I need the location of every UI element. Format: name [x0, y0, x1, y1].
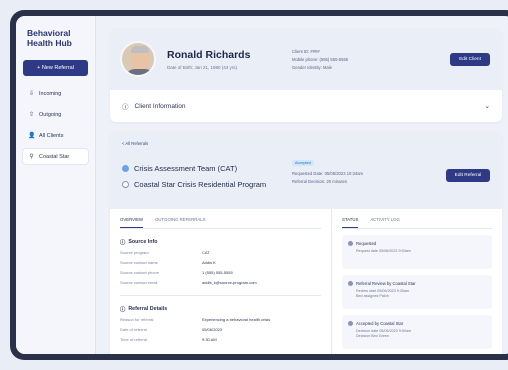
client-meta: Client ID: #### Mobile phone: (555) 555-…	[292, 48, 348, 72]
source-row: Source program CAT	[120, 250, 210, 255]
status-pane: STATUS ACTIVITY LOG Requested Request da…	[332, 209, 502, 354]
info-icon: ⓘ	[120, 240, 126, 246]
status-item-review: Referral Review by Coastal Star Review s…	[342, 275, 492, 309]
client-phone: Mobile phone: (555) 555-5555	[292, 57, 349, 62]
info-icon: ⓘ	[122, 104, 129, 111]
sidebar: Behavioral Health Hub + New Referral ⇩ I…	[16, 16, 96, 354]
sidebar-item-label: All Clients	[39, 132, 64, 139]
edit-client-button[interactable]: Edit Client	[450, 53, 490, 66]
info-icon: ⓘ	[120, 307, 126, 313]
tab-outgoing-referrals[interactable]: OUTGOING REFERRALS	[155, 217, 205, 228]
status-dot-icon	[122, 165, 129, 172]
chevron-down-icon: ⌄	[484, 103, 490, 110]
client-header: Ronald Richards Date of Birth: Jan 21, 1…	[110, 28, 502, 90]
status-tabs: STATUS ACTIVITY LOG	[342, 217, 492, 229]
avatar	[120, 41, 156, 77]
status-item-accepted: Accepted by Coastal Star Decision date 0…	[342, 315, 492, 349]
client-name: Ronald Richards	[167, 48, 251, 61]
client-name-block: Ronald Richards Date of Birth: Jan 21, 1…	[167, 49, 250, 70]
status-dot-icon	[122, 181, 129, 188]
new-referral-button[interactable]: + New Referral	[23, 60, 88, 76]
referral-details-title: Referral Details	[128, 306, 168, 312]
detail-row: Time of referral 9:30 AM	[120, 337, 217, 342]
outbox-icon: ⇧	[28, 112, 35, 118]
source-row: Source contact email addis_k@source-progr…	[120, 280, 257, 285]
client-information-toggle[interactable]: ⓘ Client Information ⌄	[110, 90, 502, 122]
tab-overview[interactable]: OVERVIEW	[120, 217, 144, 228]
sidebar-item-label: Coastal Star	[39, 153, 70, 160]
overview-pane: OVERVIEW OUTGOING REFERRALS ⓘ Source Inf…	[110, 209, 332, 354]
people-icon: 👤	[28, 133, 36, 139]
referral-meta: Requested Date: 05/06/2023 10:34am Refer…	[292, 170, 363, 186]
referral-card: < All Referrals Crisis Assessment Team (…	[110, 131, 502, 354]
new-referral-label: + New Referral	[37, 65, 74, 71]
referral-primary-label: Crisis Assessment Team (CAT)	[134, 164, 238, 173]
brand-line-1: Behavioral	[27, 28, 71, 38]
detail-row: Reason for referral Experiencing a behavi…	[120, 317, 271, 322]
sidebar-item-all-clients[interactable]: 👤 All Clients	[23, 128, 88, 143]
sidebar-item-label: Incoming	[39, 90, 62, 97]
sidebar-item-outgoing[interactable]: ⇧ Outgoing	[23, 107, 88, 122]
client-id: Client ID: ####	[292, 49, 320, 54]
status-dot-icon	[348, 241, 353, 246]
client-gender: Gender Identity: Male	[292, 65, 333, 70]
requested-date: Requested Date: 05/06/2023 10:34am	[292, 171, 364, 176]
inbox-icon: ⇩	[28, 91, 35, 97]
status-dot-icon	[348, 321, 353, 326]
client-dob: Date of Birth: Jan 21, 1980 (43 yrs)	[167, 64, 238, 70]
client-information-label: Client Information	[134, 102, 186, 110]
sidebar-nav: ⇩ Incoming ⇧ Outgoing 👤 All Clients ⚲ Co…	[23, 86, 88, 164]
referral-decision: Referral Decision: 20 minutes	[292, 179, 347, 184]
referral-header: < All Referrals Crisis Assessment Team (…	[110, 131, 502, 209]
edit-referral-button[interactable]: Edit Referral	[446, 169, 490, 182]
source-row: Source contact name Addis K	[120, 260, 216, 265]
referral-secondary-label: Coastal Star Crisis Residential Program	[134, 180, 267, 189]
source-info-title: Source Info	[128, 239, 158, 245]
status-item-requested: Requested Request date 05/06/2023 9:30am	[342, 235, 492, 269]
referral-body: OVERVIEW OUTGOING REFERRALS ⓘ Source Inf…	[110, 209, 502, 354]
status-badge: Accepted	[292, 160, 314, 166]
divider	[120, 295, 321, 296]
app-screen: Behavioral Health Hub + New Referral ⇩ I…	[16, 16, 508, 354]
location-pin-icon: ⚲	[29, 154, 34, 160]
source-row: Source contact phone 1 (555) 555-5555	[120, 270, 233, 275]
sidebar-item-label: Outgoing	[39, 111, 62, 118]
source-info-heading: ⓘ Source Info	[120, 238, 321, 246]
main-content: Ronald Richards Date of Birth: Jan 21, 1…	[96, 16, 508, 354]
detail-row: Date of referral 05/06/2023	[120, 327, 223, 332]
referral-primary[interactable]: Crisis Assessment Team (CAT)	[122, 164, 237, 173]
sidebar-item-coastal-star[interactable]: ⚲ Coastal Star	[23, 149, 88, 164]
client-card: Ronald Richards Date of Birth: Jan 21, 1…	[110, 28, 502, 122]
overview-tabs: OVERVIEW OUTGOING REFERRALS	[120, 217, 321, 229]
tab-status[interactable]: STATUS	[342, 217, 359, 228]
referral-secondary[interactable]: Coastal Star Crisis Residential Program	[122, 180, 266, 189]
app-logo[interactable]: Behavioral Health Hub	[23, 28, 88, 48]
referral-details-heading: ⓘ Referral Details	[120, 305, 321, 313]
tab-activity-log[interactable]: ACTIVITY LOG	[370, 217, 400, 228]
all-referrals-link[interactable]: < All Referrals	[122, 141, 490, 146]
device-frame: Behavioral Health Hub + New Referral ⇩ I…	[10, 10, 508, 360]
brand-line-2: Health Hub	[27, 38, 72, 48]
sidebar-item-incoming[interactable]: ⇩ Incoming	[23, 86, 88, 101]
status-dot-icon	[348, 281, 353, 286]
